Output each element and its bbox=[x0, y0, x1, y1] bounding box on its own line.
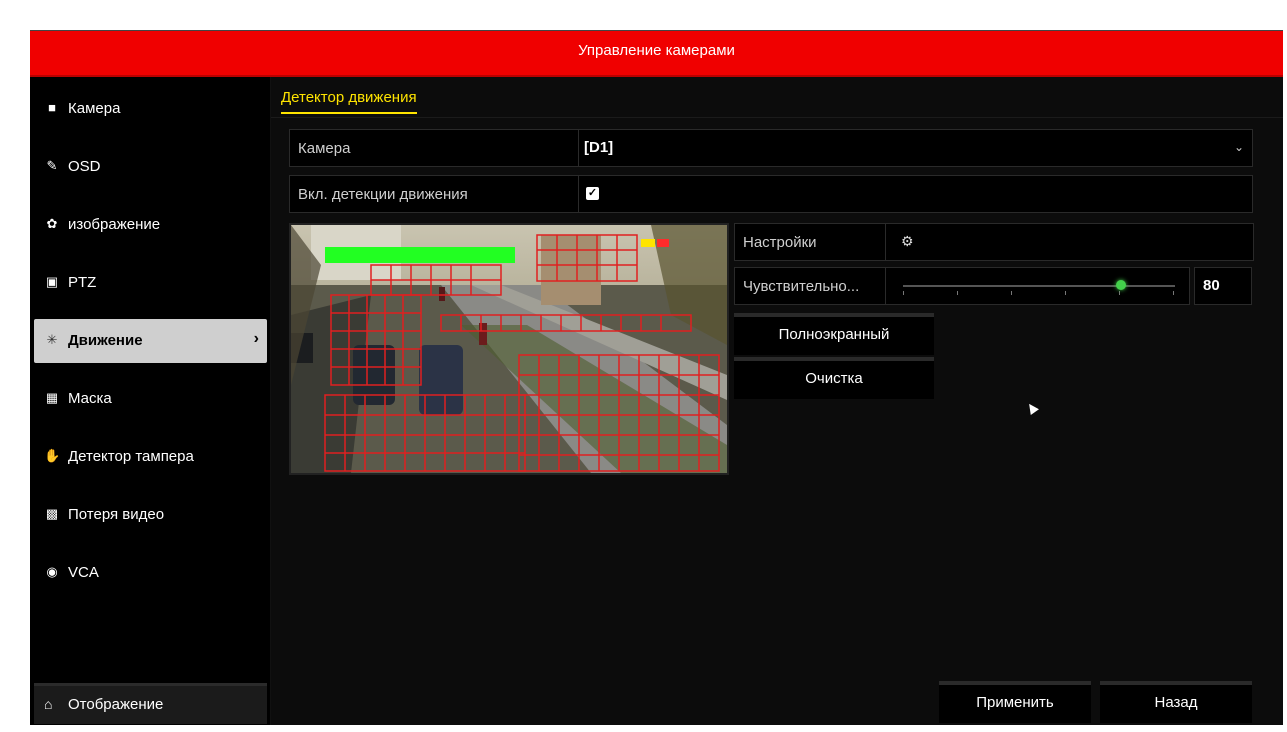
slider-tick bbox=[1173, 291, 1174, 295]
sidebar-item-tamper[interactable]: ✋ Детектор тампера bbox=[34, 435, 267, 479]
sidebar-item-video-loss[interactable]: ▩ Потеря видео bbox=[34, 493, 267, 537]
sidebar-item-label: изображение bbox=[68, 216, 161, 233]
sidebar-item-mask[interactable]: ▦ Маска bbox=[34, 377, 267, 421]
camera-icon: ■ bbox=[48, 100, 56, 115]
camera-select-value[interactable]: [D1] bbox=[584, 139, 613, 156]
sidebar-item-camera[interactable]: ■ Камера bbox=[34, 87, 267, 131]
hand-icon: ✋ bbox=[44, 448, 61, 463]
home-icon: ⌂ bbox=[44, 696, 53, 712]
preview-image bbox=[291, 225, 727, 473]
sidebar-item-image[interactable]: ✿ изображение bbox=[34, 203, 267, 247]
sidebar-item-label: Детектор тампера bbox=[68, 448, 194, 465]
ptz-icon: ▣ bbox=[45, 274, 59, 289]
settings-row: Настройки ⚙ bbox=[734, 223, 1254, 261]
chevron-right-icon: › bbox=[253, 330, 259, 347]
slider-tick bbox=[957, 291, 958, 295]
slider-tick bbox=[1011, 291, 1012, 295]
sidebar-item-label: Отображение bbox=[68, 696, 164, 713]
sidebar-item-ptz[interactable]: ▣ PTZ bbox=[34, 261, 267, 305]
camera-preview[interactable] bbox=[289, 223, 729, 475]
sidebar-item-label: OSD bbox=[68, 158, 101, 175]
sensitivity-value: 80 bbox=[1203, 277, 1220, 294]
sensitivity-label: Чувствительно... bbox=[743, 278, 860, 295]
clear-button[interactable]: Очистка bbox=[734, 357, 934, 399]
cursor-icon bbox=[1025, 401, 1039, 415]
slider-knob[interactable] bbox=[1115, 280, 1126, 290]
mask-icon: ▦ bbox=[45, 390, 59, 405]
camera-row: Камера [D1] ⌄ bbox=[289, 129, 1253, 167]
tab-motion-detection[interactable]: Детектор движения bbox=[281, 89, 417, 114]
motion-icon: ✳ bbox=[46, 332, 58, 347]
slider-tick bbox=[1119, 291, 1120, 295]
title-bar: Управление камерами bbox=[30, 31, 1283, 77]
camera-management-window: Управление камерами ■ Камера ✎ OSD ✿ изо… bbox=[30, 30, 1283, 725]
enable-motion-label: Вкл. детекции движения bbox=[298, 186, 468, 203]
sensitivity-row: Чувствительно... bbox=[734, 267, 1190, 305]
enable-motion-checkbox[interactable]: ✓ bbox=[586, 187, 599, 200]
main-panel: Детектор движения Камера [D1] ⌄ Вкл. дет… bbox=[271, 77, 1283, 725]
vca-icon: ◉ bbox=[46, 564, 58, 579]
sidebar-item-label: VCA bbox=[68, 564, 99, 581]
sidebar-item-label: PTZ bbox=[68, 274, 97, 291]
divider bbox=[885, 268, 886, 304]
enable-motion-row: Вкл. детекции движения ✓ bbox=[289, 175, 1253, 213]
sidebar-item-display[interactable]: ⌂ Отображение bbox=[34, 683, 267, 724]
divider bbox=[578, 130, 579, 166]
apply-button[interactable]: Применить bbox=[939, 681, 1091, 723]
sidebar-item-label: Потеря видео bbox=[68, 506, 165, 523]
sidebar-item-label: Камера bbox=[68, 100, 121, 117]
sidebar-item-label: Движение bbox=[68, 332, 143, 349]
sidebar: ■ Камера ✎ OSD ✿ изображение ▣ PTZ ✳ Дви… bbox=[30, 77, 271, 725]
pen-icon: ✎ bbox=[46, 158, 58, 173]
slider-tick bbox=[1065, 291, 1066, 295]
sensitivity-slider[interactable] bbox=[903, 280, 1175, 295]
tab-divider bbox=[271, 117, 1283, 118]
divider bbox=[578, 176, 579, 212]
settings-label: Настройки bbox=[743, 234, 817, 251]
sidebar-item-vca[interactable]: ◉ VCA bbox=[34, 551, 267, 595]
video-loss-icon: ▩ bbox=[45, 506, 59, 521]
sensitivity-value-box[interactable]: 80 bbox=[1194, 267, 1252, 305]
divider bbox=[885, 224, 886, 260]
palette-icon: ✿ bbox=[46, 216, 58, 231]
window-title: Управление камерами bbox=[578, 42, 735, 59]
camera-label: Камера bbox=[298, 140, 351, 157]
sidebar-item-osd[interactable]: ✎ OSD bbox=[34, 145, 267, 189]
sidebar-item-motion[interactable]: ✳ Движение › bbox=[34, 319, 267, 363]
gear-icon[interactable]: ⚙ bbox=[901, 233, 914, 250]
sidebar-item-label: Маска bbox=[68, 390, 112, 407]
slider-tick bbox=[903, 291, 904, 295]
chevron-down-icon[interactable]: ⌄ bbox=[1234, 140, 1244, 154]
back-button[interactable]: Назад bbox=[1100, 681, 1252, 723]
fullscreen-button[interactable]: Полноэкранный bbox=[734, 313, 934, 355]
